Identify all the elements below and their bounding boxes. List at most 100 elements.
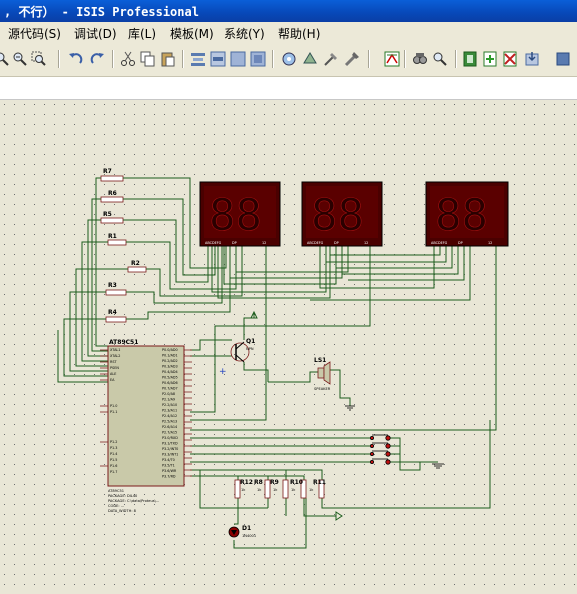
mcu-right-pin-label: P0.1/AD1 [162,354,178,358]
mcu-right-pin-label: P2.2/A10 [162,403,177,407]
menu-help[interactable]: 帮助(H) [278,25,320,42]
mcu-left-pin-label: P1.7 [110,470,117,474]
seven-seg-display-3[interactable]: 88 ABCDEFG DP 12 [425,181,509,247]
mcu-right-pin-label: P0.7/AD7 [162,387,178,391]
mcu-footer-line: PACKAGE: C:\data\Proteus\... [108,499,159,503]
mcu-right-pin-label: P2.1/A9 [162,398,175,402]
menu-bar: 源代码(S) 调试(D) 库(L) 模板(M) 系统(Y) 帮助(H) [0,22,577,42]
buzzer-type: SPEAKER [314,387,331,391]
zoom-in-icon[interactable] [0,51,10,67]
resistor-r3[interactable] [105,289,127,296]
align-icon[interactable] [190,51,206,67]
redo-icon[interactable] [89,51,105,67]
display-pin-labels: DP [232,241,237,245]
display-pin-labels: ABCDEFG [205,241,222,245]
resistor-label: R6 [108,190,117,197]
add-sheet-icon[interactable] [462,51,478,67]
resistor-r5[interactable] [100,217,124,224]
mcu-right-pin-label: P2.3/A11 [162,409,177,413]
seven-seg-display-2[interactable]: 88 ABCDEFG DP 12 [301,181,383,247]
export-icon[interactable] [524,51,540,67]
display-pin-labels: 12 [488,241,492,245]
undo-icon[interactable] [68,51,84,67]
mcu-left-pin-label: P1.0 [110,404,117,408]
transistor-type: NPN [246,347,254,351]
mcu-right-pin-label: P3.1/TXD [162,442,178,446]
mcu-right-pin-label: P3.3/INT1 [162,453,178,457]
mcu-left-pin-label: ALE [110,372,116,376]
resistor-r4[interactable] [105,316,127,323]
resistor-label: R9 [270,479,279,486]
decompose-icon[interactable] [323,51,339,67]
schematic-canvas[interactable]: R7 R6 R5 R1 R2 R3 R4 88 ABCDEFG DP 12 88… [0,100,577,594]
resistor-label: R5 [103,211,112,218]
display-pin-labels: 12 [262,241,266,245]
mcu-left-pin-label: EA [110,378,115,382]
resistor-label: R2 [131,260,140,267]
mcu-right-pin-label: P2.0/A8 [162,392,175,396]
mcu-left-pin-label: P1.3 [110,446,117,450]
mcu-right-pin-label: P0.0/AD0 [162,348,178,352]
mcu-left-pin-label: P1.6 [110,464,117,468]
property-assign-icon[interactable] [412,51,428,67]
search-tag-icon[interactable] [384,51,400,67]
resistor-r2[interactable] [127,266,147,273]
resistor-r7[interactable] [100,175,124,182]
diode-type: 1N4001 [242,534,256,538]
mcu-right-pin-label: P3.6/WR [162,469,177,473]
overview-strip [0,77,577,100]
display-pin-labels: ABCDEFG [307,241,324,245]
make-device-icon[interactable] [302,51,318,67]
mcu-right-pin-label: P2.7/A15 [162,431,177,435]
diode-ref: D1 [242,525,251,532]
block-delete-icon[interactable] [250,51,266,67]
zoom-out-icon[interactable] [12,51,28,67]
wire-autorouter-icon[interactable] [344,51,360,67]
menu-template[interactable]: 模板(M) [170,25,214,42]
mcu-right-pin-label: P3.0/RXD [162,436,178,440]
resistor-label: R11 [313,479,326,486]
resistor-label: R7 [103,168,112,175]
mcu-right-pin-label: P3.5/T1 [162,464,175,468]
resistor-label: R8 [254,479,263,486]
resistor-r1[interactable] [107,239,127,246]
title-bar: , 不行） - ISIS Professional [0,0,577,22]
mcu-footer-line: CODE: ... [108,504,124,508]
pick-device-icon[interactable] [281,51,297,67]
menu-system[interactable]: 系统(Y) [224,25,265,42]
paste-icon[interactable] [160,51,176,67]
remove-sheet-icon[interactable] [502,51,518,67]
mcu-left-pin-label: P1.5 [110,458,117,462]
new-sheet-icon[interactable] [482,51,498,67]
mcu-left-pin-label: XTAL2 [110,354,120,358]
display-pin-labels: DP [334,241,339,245]
copy-icon[interactable] [140,51,156,67]
mcu-footer-line: PACKAGE: DIL40 [108,494,138,498]
block-move-icon[interactable] [230,51,246,67]
mcu-left-pin-label: RST [110,360,118,364]
mcu-right-pin-label: P2.6/A14 [162,425,177,429]
mcu-right-pin-label: P2.4/A12 [162,414,177,418]
resistor-label: R3 [108,282,117,289]
menu-debug[interactable]: 调试(D) [74,25,117,42]
buzzer-ref: LS1 [314,357,326,364]
resistor-label: R1 [108,233,117,240]
menu-source[interactable]: 源代码(S) [8,25,61,42]
mcu-right-pin-label: P3.2/INT0 [162,447,178,451]
mcu-right-pin-label: P0.5/AD5 [162,376,178,380]
seven-seg-display-1[interactable]: 88 ABCDEFG DP 12 [199,181,281,247]
cut-icon[interactable] [120,51,136,67]
mcu-right-pin-label: P0.6/AD6 [162,381,178,385]
block-copy-icon[interactable] [210,51,226,67]
mcu-right-pin-label: P2.5/A13 [162,420,177,424]
menu-library[interactable]: 库(L) [128,25,156,42]
toolbar [0,42,577,77]
sheet-icon[interactable] [556,51,572,67]
transistor-ref: Q1 [246,338,255,345]
netlist-icon[interactable] [432,51,448,67]
display-pin-labels: DP [458,241,463,245]
resistor-r6[interactable] [100,196,124,203]
svg-text:88: 88 [435,190,488,241]
display-pin-labels: ABCDEFG [431,241,448,245]
zoom-area-icon[interactable] [31,51,47,67]
